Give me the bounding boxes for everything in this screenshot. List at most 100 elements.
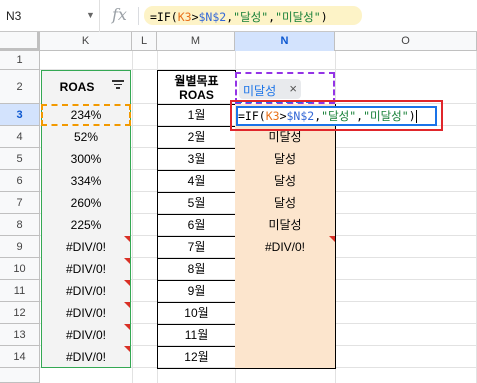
k-cell[interactable]: #DIV/0!: [41, 236, 131, 258]
m-cell[interactable]: 8월: [157, 258, 236, 281]
k-cell[interactable]: #DIV/0!: [41, 302, 131, 324]
m-cell[interactable]: 3월: [157, 148, 236, 171]
k-cell[interactable]: #DIV/0!: [41, 324, 131, 346]
error-indicator-icon[interactable]: [329, 236, 335, 242]
error-indicator-icon[interactable]: [124, 258, 130, 264]
k-cell-value: #DIV/0!: [65, 284, 107, 298]
grid-line: [132, 51, 133, 383]
n-cell-value: 미달성: [268, 130, 302, 144]
row-header[interactable]: 8: [0, 214, 40, 236]
filter-icon[interactable]: [112, 80, 124, 89]
m-cell[interactable]: 7월: [157, 236, 236, 259]
m-cell[interactable]: 4월: [157, 170, 236, 193]
k3-reference-highlight: [41, 104, 131, 126]
n-cell[interactable]: #DIV/0!: [235, 236, 336, 259]
formula-bar: N3 ▼ fx =IF(K3>$N$2,"달성","미달성"): [0, 0, 477, 32]
m-header-line1: 월별목표: [174, 74, 219, 88]
formula-token: "달성": [233, 10, 269, 24]
column-header-row: K L M N O: [0, 32, 477, 51]
row-header[interactable]: [0, 368, 40, 383]
column-header-o[interactable]: O: [335, 32, 477, 51]
k-cell-value: 260%: [70, 196, 102, 210]
formula-token: ): [320, 10, 328, 24]
row-header[interactable]: 6: [0, 170, 40, 192]
row-header[interactable]: 14: [0, 346, 40, 368]
edit-callout-outline: [230, 100, 443, 131]
k-header-cell[interactable]: ROAS: [41, 70, 131, 104]
dropdown-chip[interactable]: 미달성 ×: [239, 79, 301, 99]
chip-label: 미달성: [243, 84, 277, 98]
m-cell[interactable]: 6월: [157, 214, 236, 237]
formula-token: >: [191, 10, 199, 24]
k-cell[interactable]: 225%: [41, 214, 131, 236]
n-cell[interactable]: 달성: [235, 192, 336, 215]
n-cell-value: #DIV/0!: [264, 240, 306, 254]
n-cell[interactable]: [235, 258, 336, 281]
formula-token: K3: [177, 10, 192, 24]
k-cell[interactable]: #DIV/0!: [41, 258, 131, 280]
k-cell[interactable]: 260%: [41, 192, 131, 214]
row-header[interactable]: 3: [0, 104, 40, 126]
k-cell-value: 334%: [70, 174, 102, 188]
formula-bar-divider: [138, 7, 139, 25]
formula-input[interactable]: =IF(K3>$N$2,"달성","미달성"): [150, 9, 328, 25]
k-cell[interactable]: #DIV/0!: [41, 346, 131, 368]
k-cell[interactable]: 334%: [41, 170, 131, 192]
column-header-n[interactable]: N: [235, 32, 335, 51]
m-cell[interactable]: 2월: [157, 126, 236, 149]
n-cell[interactable]: [235, 302, 336, 325]
row-header[interactable]: 1: [0, 51, 40, 70]
chip-close-icon[interactable]: ×: [289, 81, 297, 96]
name-box-value: N3: [6, 9, 22, 23]
name-box[interactable]: N3 ▼: [0, 0, 100, 32]
m-cell[interactable]: 12월: [157, 346, 236, 369]
k-header-label: ROAS: [59, 80, 95, 94]
row-header[interactable]: 2: [0, 70, 40, 104]
k-cell-value: #DIV/0!: [65, 350, 107, 364]
k-cell[interactable]: 52%: [41, 126, 131, 148]
column-header-l[interactable]: L: [132, 32, 157, 51]
n-cell-value: 달성: [273, 174, 297, 188]
k-cell-value: #DIV/0!: [65, 306, 107, 320]
n-cell[interactable]: 미달성: [235, 214, 336, 237]
error-indicator-icon[interactable]: [124, 302, 130, 308]
k-cell[interactable]: #DIV/0!: [41, 280, 131, 302]
name-box-dropdown-icon[interactable]: ▼: [86, 10, 95, 20]
row-header[interactable]: 10: [0, 258, 40, 280]
row-header[interactable]: 7: [0, 192, 40, 214]
error-indicator-icon[interactable]: [124, 236, 130, 242]
m-cell[interactable]: 9월: [157, 280, 236, 303]
m-cell[interactable]: 11월: [157, 324, 236, 347]
row-header[interactable]: 11: [0, 280, 40, 302]
formula-token: "미달성": [275, 10, 321, 24]
m-cell[interactable]: 1월: [157, 104, 236, 127]
n-cell[interactable]: [235, 280, 336, 303]
row-header[interactable]: 13: [0, 324, 40, 346]
error-indicator-icon[interactable]: [124, 346, 130, 352]
k-cell[interactable]: 300%: [41, 148, 131, 170]
n-cell[interactable]: 달성: [235, 148, 336, 171]
error-indicator-icon[interactable]: [124, 280, 130, 286]
row-header[interactable]: 9: [0, 236, 40, 258]
k-cell-value: 225%: [70, 218, 102, 232]
n-cell[interactable]: 달성: [235, 170, 336, 193]
n-cell[interactable]: [235, 324, 336, 347]
n-cell-value: 달성: [273, 152, 297, 166]
n-cell[interactable]: [235, 346, 336, 369]
m-cell[interactable]: 5월: [157, 192, 236, 215]
row-header[interactable]: 4: [0, 126, 40, 148]
k-cell-value: #DIV/0!: [65, 262, 107, 276]
k-cell-value: #DIV/0!: [65, 328, 107, 342]
m-cell[interactable]: 10월: [157, 302, 236, 325]
row-header[interactable]: 5: [0, 148, 40, 170]
column-header-m[interactable]: M: [157, 32, 235, 51]
k-cell-value: #DIV/0!: [65, 240, 107, 254]
error-indicator-icon[interactable]: [124, 324, 130, 330]
formula-token: $N$2: [198, 10, 227, 24]
n-cell-value: 미달성: [268, 218, 302, 232]
column-header-k[interactable]: K: [40, 32, 132, 51]
m-header-cell[interactable]: 월별목표 ROAS: [157, 70, 236, 105]
row-header[interactable]: 12: [0, 302, 40, 324]
select-all-corner[interactable]: [0, 32, 40, 51]
formula-token: =IF(: [150, 10, 178, 24]
